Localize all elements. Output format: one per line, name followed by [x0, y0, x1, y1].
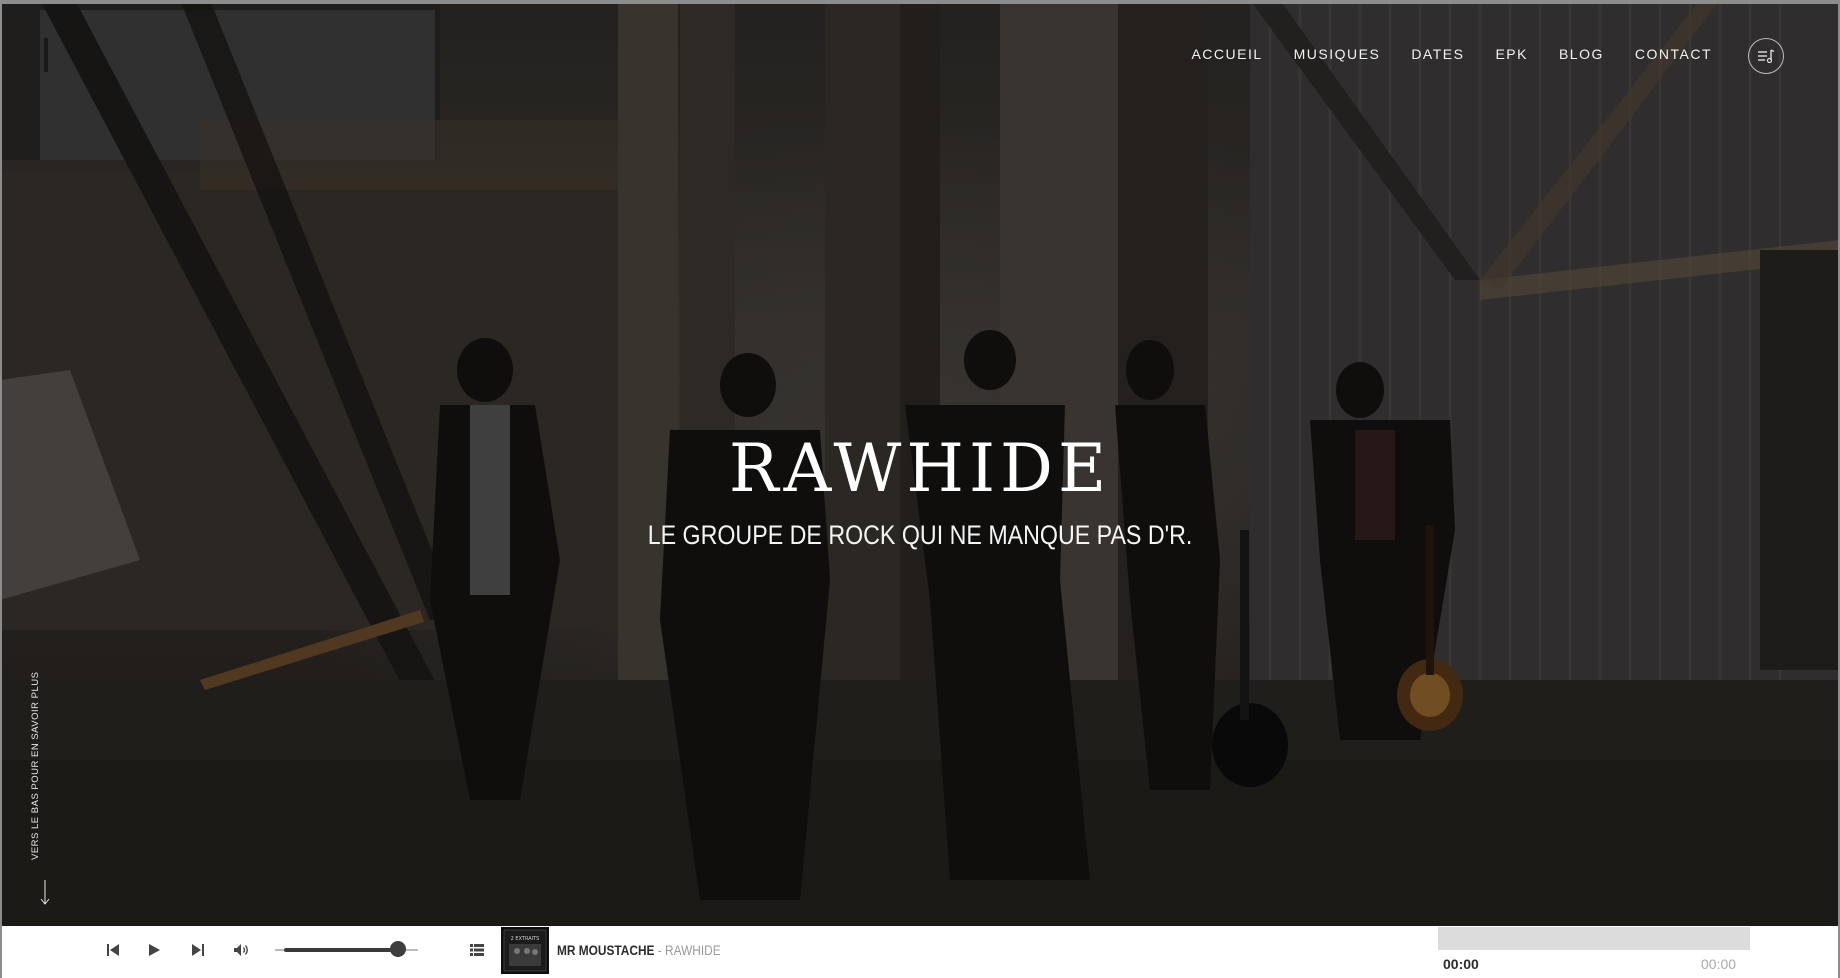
skip-next-button[interactable]: [187, 939, 209, 961]
track-title: MR MOUSTACHE: [557, 943, 655, 958]
playlist-button[interactable]: [466, 939, 488, 961]
album-cover[interactable]: 2 EXTRAITS: [501, 927, 549, 974]
volume-button[interactable]: [231, 939, 253, 961]
time-current: 00:00: [1443, 956, 1479, 972]
playlist-icon: [470, 944, 484, 956]
playlist-menu-button[interactable]: [1748, 38, 1784, 74]
band-tagline: LE GROUPE DE ROCK QUI NE MANQUE PAS D'R.: [647, 520, 1193, 550]
nav-item-epk[interactable]: EPK: [1495, 46, 1528, 62]
track-artist: RAWHIDE: [665, 943, 721, 958]
band-title: RAWHIDE: [728, 430, 1112, 507]
time-total: 00:00: [1701, 956, 1737, 972]
nav-item-blog[interactable]: BLOG: [1559, 46, 1604, 62]
window-top-edge: [0, 0, 1840, 4]
volume-slider-fill[interactable]: [284, 948, 398, 952]
site-logo[interactable]: [44, 38, 48, 72]
skip-previous-button[interactable]: [102, 939, 124, 961]
playlist-menu-icon: [1758, 49, 1775, 64]
volume-icon: [234, 944, 248, 956]
arrow-down-icon[interactable]: [40, 880, 50, 906]
track-separator: -: [654, 943, 666, 958]
play-button[interactable]: [143, 939, 165, 961]
play-icon: [149, 944, 160, 956]
main-navigation: ACCUEIL MUSIQUES DATES EPK BLOG CONTACT: [1191, 46, 1712, 62]
now-playing-info: MR MOUSTACHE - RAWHIDE: [557, 943, 721, 958]
skip-previous-icon: [107, 944, 119, 956]
scroll-hint-text: VERS LE BAS POUR EN SAVOIR PLUS: [30, 671, 41, 861]
track-progress-bar[interactable]: [1438, 927, 1750, 950]
window-frame-left: [0, 0, 2, 978]
nav-item-musiques[interactable]: MUSIQUES: [1294, 46, 1381, 62]
volume-slider-thumb[interactable]: [389, 941, 406, 957]
nav-item-dates[interactable]: DATES: [1411, 46, 1464, 62]
nav-item-contact[interactable]: CONTACT: [1635, 46, 1712, 62]
nav-item-accueil[interactable]: ACCUEIL: [1191, 46, 1262, 62]
album-cover-text: 2 EXTRAITS: [511, 936, 540, 942]
skip-next-icon: [192, 944, 204, 956]
album-cover-art: 2 EXTRAITS: [501, 927, 549, 974]
hero-section: ACCUEIL MUSIQUES DATES EPK BLOG CONTACT …: [0, 0, 1840, 926]
